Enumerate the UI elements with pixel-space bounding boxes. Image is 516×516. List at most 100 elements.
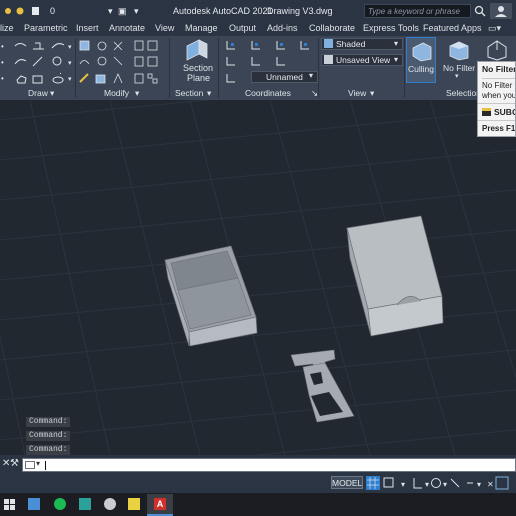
ribbon-tabs: lize Parametric Insert Annotate View Man… [0,22,516,36]
svg-text:▾: ▾ [401,480,405,489]
svg-text:▾: ▾ [443,480,447,489]
command-input[interactable]: ▾ [22,458,516,472]
chevron-down-icon[interactable]: ▾ [108,6,113,17]
tooltip-help: Press F1 f [482,124,516,133]
chevron-down-icon[interactable]: ▾ [50,88,54,99]
spotify-icon[interactable] [54,498,66,510]
chevron-down-icon[interactable]: ▾ [309,71,313,80]
ribbon-options-icon[interactable]: ▭▾ [488,23,501,34]
svg-text:•: • [1,58,4,67]
view-icon [324,55,333,64]
tooltip: No Filter No Filter - when you SUBO Pres… [477,61,516,137]
gizmo-icon[interactable] [484,39,510,61]
svg-text:•: • [1,74,4,83]
tab-output[interactable]: Output [229,23,256,33]
search-icon[interactable] [474,5,486,17]
named-view-dropdown[interactable]: Unsaved View [321,54,403,66]
open-box-model [164,245,258,347]
svg-text:▾: ▾ [477,480,481,489]
svg-text:▾: ▾ [68,60,72,67]
visual-style-dropdown[interactable]: Shaded [321,38,403,50]
draw-tools-icons[interactable]: • • • ▾ ▾ ▾ [0,39,75,85]
panel-divider [218,38,219,98]
tab-featured-apps[interactable]: Featured Apps [423,23,482,33]
tooltip-line-1: No Filter - [482,81,516,90]
status-toggles[interactable]: ▾ ▾ ▾ ▾ ✕ [365,475,516,491]
command-history-line: Command: [26,431,71,441]
mail-icon[interactable] [28,498,40,510]
chevron-down-icon[interactable]: ▾ [135,88,139,99]
tab-express-tools[interactable]: Express Tools [363,23,419,33]
app-icon[interactable] [104,498,116,510]
taskbar [0,493,516,516]
sliding-lid-model [346,215,444,337]
culling-icon [412,42,432,62]
panel-view-title[interactable]: View [348,88,366,98]
app-icon[interactable] [79,498,91,510]
user-icon[interactable] [490,3,512,19]
culling-button[interactable]: Culling [406,37,436,83]
search-input[interactable]: Type a keyword or phrase [364,4,471,18]
tab-visualize[interactable]: lize [0,23,14,33]
layer-dropdown[interactable]: 0 [50,6,55,16]
tab-addins[interactable]: Add-ins [267,23,298,33]
chevron-down-icon: ▾ [455,73,459,80]
tooltip-divider [478,120,515,121]
svg-text:•: • [1,42,4,51]
command-icon [482,108,491,116]
panel-modify-title[interactable]: Modify [104,88,129,98]
chevron-down-icon[interactable]: ▾ [394,39,398,48]
title-bar: 0 ▾ ▣ ▾ Autodesk AutoCAD 2021 Drawing V3… [0,0,516,22]
panel-draw-title[interactable]: Draw [28,88,48,98]
chevron-down-icon[interactable]: ▾ [370,88,374,99]
tooltip-title: No Filter [482,64,516,74]
document-title: Drawing V3.dwg [267,6,333,16]
svg-text:✕: ✕ [487,480,494,489]
no-filter-button[interactable]: No Filter ▾ [441,37,477,83]
panel-divider [318,38,319,98]
panel-divider [404,38,405,98]
save-icon[interactable]: ▣ [118,6,127,17]
autocad-icon: A [154,498,166,510]
chevron-down-icon[interactable]: ▾ [36,459,40,468]
tab-insert[interactable]: Insert [76,23,99,33]
tooltip-line-2: when you [482,91,516,100]
tab-view[interactable]: View [155,23,174,33]
grid-lines [0,100,516,455]
panel-coordinates-title[interactable]: Coordinates [245,88,291,98]
tab-collaborate[interactable]: Collaborate [309,23,355,33]
panel-selection-title[interactable]: Selection [446,88,481,98]
text-cursor [45,461,46,470]
command-history-line: Command: [26,445,71,455]
autocad-taskbar-button[interactable]: A [147,494,173,516]
windows-start-icon[interactable] [4,499,16,511]
drawing-viewport[interactable] [0,100,516,455]
app-title: Autodesk AutoCAD 2021 [173,6,273,16]
command-prompt-icon[interactable] [25,461,35,469]
tooltip-divider [478,103,515,104]
visual-style-icon [324,39,333,48]
modify-tools-icons[interactable] [78,39,166,85]
tab-manage[interactable]: Manage [185,23,218,33]
tooltip-divider [482,78,515,79]
panel-section-title[interactable]: Section [175,88,203,98]
sticky-notes-icon[interactable] [128,498,140,510]
chevron-down-icon[interactable]: ▾ [134,6,139,17]
chevron-down-icon[interactable]: ▾ [207,88,211,99]
panel-divider [169,38,170,98]
tab-annotate[interactable]: Annotate [109,23,145,33]
tooltip-command: SUBO [494,107,515,117]
model-space-button[interactable]: MODEL [331,476,363,489]
svg-text:▾: ▾ [68,44,72,51]
section-plane-label-2[interactable]: Plane [187,73,210,83]
wrench-icon[interactable]: ⚒ [10,458,19,469]
ucs-dropdown[interactable]: Unnamed [251,71,318,83]
panel-divider [75,38,76,98]
svg-text:▾: ▾ [68,76,72,83]
tab-parametric[interactable]: Parametric [24,23,68,33]
svg-text:▾: ▾ [425,480,429,489]
chevron-down-icon[interactable]: ▾ [394,55,398,64]
section-plane-icon[interactable] [183,38,211,62]
section-plane-label[interactable]: Section [183,63,213,73]
no-filter-icon [449,41,469,61]
